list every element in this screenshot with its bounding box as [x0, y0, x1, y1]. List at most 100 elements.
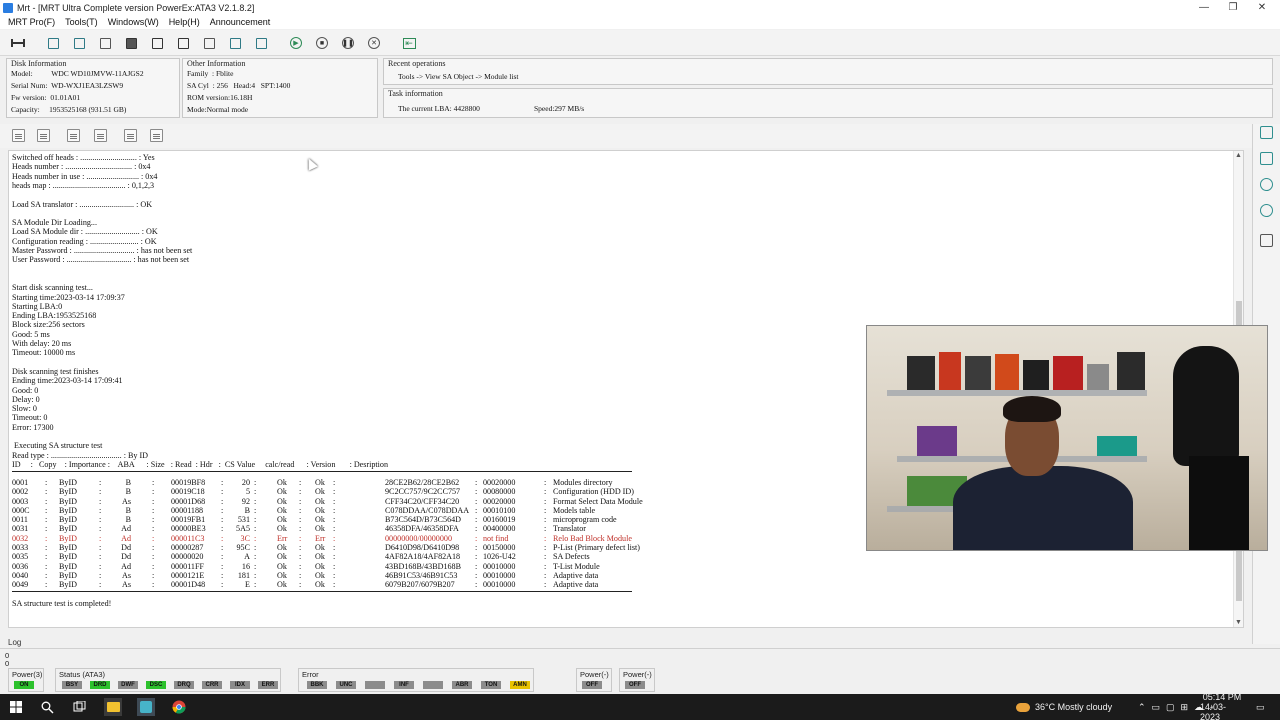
tool-9-icon[interactable]: [253, 35, 269, 51]
table-cell-desc: Translator: [553, 524, 586, 534]
table-cell-ver: 00010100: [483, 505, 516, 515]
file-explorer-icon[interactable]: [104, 698, 122, 716]
side-tool-1-icon[interactable]: [1260, 126, 1273, 139]
tool-8-icon[interactable]: [227, 35, 243, 51]
table-separator: :: [544, 543, 547, 552]
menu-help[interactable]: Help(H): [169, 17, 200, 27]
task-view-icon[interactable]: [70, 698, 88, 716]
export-icon[interactable]: [67, 129, 80, 142]
side-tool-5-icon[interactable]: [1260, 234, 1273, 247]
table-separator: :: [333, 477, 336, 487]
notification-icon[interactable]: ▭: [1256, 694, 1265, 720]
table-separator: :: [45, 524, 48, 534]
sa-cyl-value: SA Cyl : 256 Head:4 SPT:1400: [187, 81, 291, 90]
log-line: Executing SA structure test: [12, 441, 103, 451]
tool-1-icon[interactable]: [45, 35, 61, 51]
print-icon[interactable]: [124, 129, 137, 142]
ata-status-chip: BSY: [62, 681, 82, 689]
cancel-icon[interactable]: ✕: [366, 35, 382, 51]
log-tab[interactable]: Log: [8, 638, 21, 647]
mrt-app-icon[interactable]: [137, 698, 155, 716]
side-tool-2-icon[interactable]: [1260, 152, 1273, 165]
close-button[interactable]: ✕: [1248, 0, 1276, 15]
table-separator: :: [333, 496, 336, 506]
table-cell-copy: ByID: [59, 477, 77, 487]
clock[interactable]: 05:14 PM 14-03-2023: [1200, 692, 1244, 720]
exit-icon[interactable]: ⇤: [401, 35, 417, 51]
stop-icon[interactable]: ■: [314, 35, 330, 51]
tool-7-icon[interactable]: [201, 35, 217, 51]
tool-5-icon[interactable]: [149, 35, 165, 51]
copy-icon[interactable]: [94, 129, 107, 142]
table-cell-aba: 00000287: [171, 543, 204, 552]
table-separator: :: [299, 505, 302, 515]
log-line: Ending LBA:1953525168: [12, 311, 97, 321]
table-cell-size: B: [244, 505, 250, 515]
menu-bar: MRT Pro(F) Tools(T) Windows(W) Help(H) A…: [0, 15, 1280, 29]
log-line: Good: 0: [12, 385, 39, 395]
tool-2-icon[interactable]: [71, 35, 87, 51]
table-cell-id: 0035: [12, 552, 29, 562]
menu-mrt-pro[interactable]: MRT Pro(F): [8, 17, 55, 27]
find-icon[interactable]: [150, 129, 163, 142]
table-separator: :: [99, 533, 102, 543]
side-upload-icon[interactable]: [1260, 204, 1273, 217]
table-separator: :: [221, 543, 224, 552]
weather-widget[interactable]: 36°C Mostly cloudy: [1016, 694, 1112, 720]
save-log-icon[interactable]: [37, 129, 50, 142]
task-info-panel: Task information The current LBA: 442880…: [383, 88, 1273, 118]
table-rule: [12, 590, 632, 592]
table-cell-desc: Adaptive data: [553, 570, 599, 580]
table-rule: [12, 470, 632, 472]
table-separator: :: [45, 477, 48, 487]
table-separator: :: [254, 533, 257, 543]
table-cell-size: 92: [241, 496, 250, 506]
log-line: Delay: 0: [12, 394, 40, 404]
scroll-down-icon[interactable]: ▼: [1235, 619, 1242, 626]
table-separator: :: [333, 524, 336, 534]
table-cell-aba: 00019FB1: [171, 515, 206, 525]
table-cell-imp: As: [122, 570, 131, 580]
chrome-icon[interactable]: [170, 698, 188, 716]
pause-icon[interactable]: ❚❚: [340, 35, 356, 51]
table-cell-imp: Ad: [121, 561, 131, 571]
side-refresh-icon[interactable]: [1260, 178, 1273, 191]
table-separator: :: [299, 570, 302, 580]
list-tool-icon[interactable]: [175, 35, 191, 51]
minimize-button[interactable]: —: [1190, 0, 1218, 15]
tool-4-icon[interactable]: [123, 35, 139, 51]
menu-tools[interactable]: Tools(T): [65, 17, 98, 27]
table-cell-read: Ok: [277, 543, 287, 552]
table-cell-ver: 00010000: [483, 561, 516, 571]
menu-windows[interactable]: Windows(W): [108, 17, 159, 27]
maximize-button[interactable]: ❐: [1219, 0, 1247, 15]
table-separator: :: [45, 570, 48, 580]
table-separator: :: [299, 477, 302, 487]
scroll-up-icon[interactable]: ▲: [1235, 152, 1242, 159]
table-cell-size: A: [244, 552, 250, 562]
head-tool-icon[interactable]: [10, 35, 26, 51]
play-icon[interactable]: ▶: [288, 35, 304, 51]
error-chip: [423, 681, 443, 689]
table-separator: :: [299, 533, 302, 543]
table-cell-read: Ok: [277, 515, 287, 525]
tool-3-icon[interactable]: [97, 35, 113, 51]
table-separator: :: [99, 515, 102, 525]
log-line: User Password : ........................…: [12, 255, 190, 265]
table-separator: :: [254, 543, 257, 552]
clear-log-icon[interactable]: [12, 129, 25, 142]
menu-announcement[interactable]: Announcement: [210, 17, 271, 27]
search-icon[interactable]: [38, 698, 56, 716]
error-chip: UNC: [336, 681, 356, 689]
table-cell-size: 531: [237, 515, 250, 525]
power3-label: Power(-): [623, 670, 652, 679]
table-cell-imp: B: [125, 515, 131, 525]
table-separator: :: [152, 570, 155, 580]
windows-start-icon[interactable]: [7, 698, 25, 716]
ata-status-chip: DSC: [146, 681, 166, 689]
log-line: Timeout: 0: [12, 413, 48, 423]
table-separator: :: [221, 552, 224, 562]
table-cell-imp: Dd: [121, 552, 131, 562]
table-separator: :: [333, 515, 336, 525]
table-cell-cs: 46358DFA/46358DFA: [385, 524, 459, 534]
